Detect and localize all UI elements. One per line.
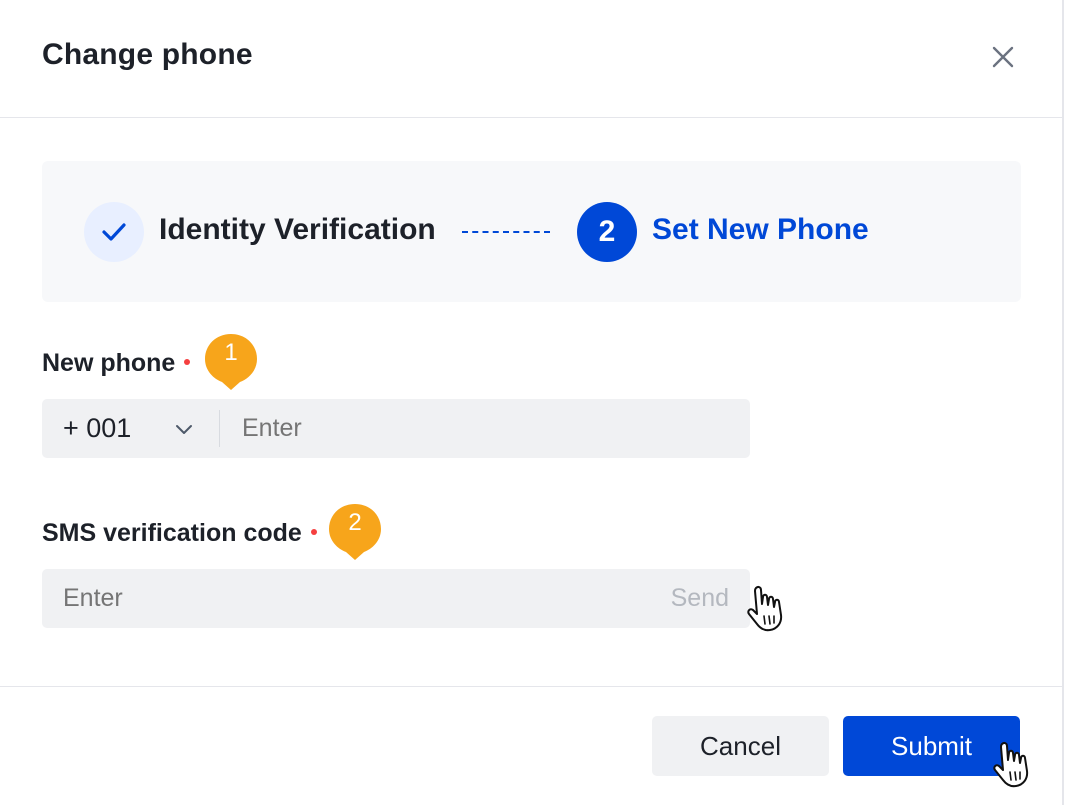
sms-code-label-text: SMS verification code: [42, 519, 302, 547]
step-connector: [462, 231, 550, 233]
sms-field: Send: [42, 569, 750, 628]
sms-code-label: SMS verification code: [42, 519, 317, 548]
new-phone-label-text: New phone: [42, 349, 176, 377]
footer-divider: [0, 686, 1062, 687]
dialog-title: Change phone: [42, 38, 253, 71]
step-1-label: Identity Verification: [159, 213, 436, 246]
country-code-select[interactable]: + 001: [63, 399, 131, 458]
required-dot: [310, 529, 317, 536]
hand-cursor-icon: [993, 741, 1029, 788]
new-phone-label: New phone: [42, 349, 191, 378]
sms-code-input[interactable]: [63, 569, 623, 628]
cancel-button[interactable]: Cancel: [652, 716, 829, 776]
step-2-number: 2: [577, 202, 637, 262]
phone-input[interactable]: [242, 399, 722, 458]
chevron-down-icon[interactable]: [174, 419, 194, 439]
field-divider: [219, 410, 220, 447]
send-code-button[interactable]: Send: [671, 569, 729, 628]
dialog-header: Change phone: [0, 0, 1062, 118]
check-icon: [102, 223, 126, 241]
step-badge-2: 2: [327, 502, 383, 560]
phone-field: + 001: [42, 399, 750, 458]
stepper: Identity Verification 2 Set New Phone: [42, 161, 1021, 302]
hand-cursor-icon: [747, 585, 783, 632]
step-1-check-circle: [84, 202, 144, 262]
required-dot: [184, 359, 191, 366]
close-icon[interactable]: [988, 42, 1018, 72]
step-2-label: Set New Phone: [652, 213, 869, 246]
badge-1-number: 1: [224, 339, 238, 366]
step-badge-1: 1: [203, 332, 259, 390]
badge-2-number: 2: [348, 509, 362, 536]
change-phone-dialog: Change phone Identity Verification 2 Set…: [0, 0, 1064, 805]
